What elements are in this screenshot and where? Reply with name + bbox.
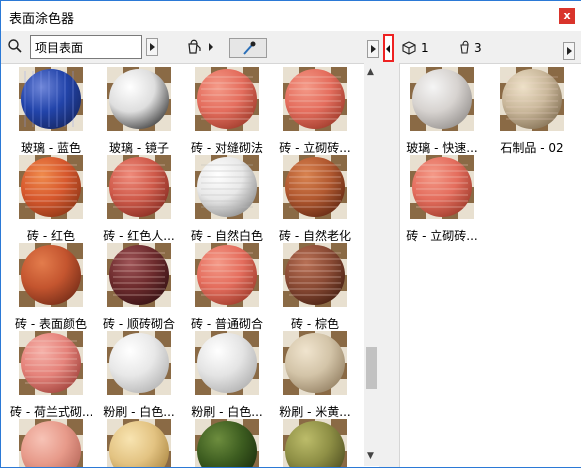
eyedropper-button[interactable] (229, 38, 267, 58)
material-label: 砖 - 表面颜色 (15, 317, 87, 331)
material-preview-icon (107, 331, 171, 395)
material-preview-icon (195, 155, 259, 219)
material-preview-icon (19, 243, 83, 307)
material-preview-icon (283, 67, 347, 131)
vertical-scrollbar[interactable]: ▲ ▼ (364, 63, 379, 466)
material-label: 粉刷 - 米黄... (279, 405, 351, 419)
material-preview-icon (283, 155, 347, 219)
window-title: 表面涂色器 (9, 12, 75, 27)
material-label: 玻璃 - 蓝色 (21, 141, 81, 155)
material-preview-icon (283, 331, 347, 395)
material-label: 砖 - 顺砖砌合 (103, 317, 175, 331)
material-label: 粉刷 - 白色... (103, 405, 175, 419)
material-label: 玻璃 - 镜子 (109, 141, 169, 155)
left-panel-scroll-right-button[interactable] (367, 40, 379, 58)
material-label: 砖 - 棕色 (291, 317, 339, 331)
material-label: 石制品 - 02 (500, 141, 564, 155)
material-preview-icon (410, 67, 474, 131)
material-label: 砖 - 红色人... (103, 229, 175, 243)
paint-count: 3 (474, 41, 482, 55)
project-materials-grid: 玻璃 - 快速... 石制品 - 02 砖 - 立砌砖... (399, 63, 581, 467)
material-preview-icon (107, 67, 171, 131)
material-label: 玻璃 - 快速... (406, 141, 478, 155)
eyedropper-icon (243, 41, 256, 55)
material-label: 粉刷 - 白色... (191, 405, 263, 419)
material-label: 砖 - 自然老化 (279, 229, 351, 243)
material-preview-icon (283, 419, 347, 467)
close-button[interactable]: x (559, 8, 575, 24)
collapse-panel-toggle[interactable] (383, 34, 394, 62)
scroll-thumb[interactable] (366, 347, 377, 389)
search-options-button[interactable] (146, 38, 158, 56)
material-preview-icon (500, 67, 564, 131)
object-count: 1 (421, 41, 429, 55)
material-preview-icon (195, 243, 259, 307)
paint-bucket-icon[interactable] (185, 37, 203, 55)
material-preview-icon (19, 155, 83, 219)
material-label: 砖 - 立砌砖... (279, 141, 351, 155)
material-label: 砖 - 荷兰式砌... (10, 405, 92, 419)
scroll-down-icon[interactable]: ▼ (367, 451, 376, 461)
right-panel-scroll-right-button[interactable] (563, 42, 575, 60)
material-label: 砖 - 自然白色 (191, 229, 263, 243)
material-preview-icon (19, 419, 83, 467)
material-label: 砖 - 红色 (27, 229, 75, 243)
material-preview-icon (19, 331, 83, 395)
search-icon (8, 39, 22, 53)
material-preview-icon (107, 155, 171, 219)
material-library-grid: 玻璃 - 蓝色 玻璃 - 镜子砖 - 对缝砌法砖 - 立砌砖... 砖 - 红色砖 … (1, 63, 379, 467)
material-preview-icon (283, 243, 347, 307)
scroll-up-icon[interactable]: ▲ (367, 67, 376, 77)
toolbar (1, 31, 581, 63)
material-preview-icon (107, 419, 171, 467)
title-bar: 表面涂色器 x (1, 1, 581, 31)
material-preview-icon (410, 155, 474, 219)
search-input[interactable] (30, 35, 142, 59)
material-preview-icon (195, 419, 259, 467)
material-preview-icon (19, 67, 83, 131)
material-label: 砖 - 普通砌合 (191, 317, 263, 331)
surface-painter-window: 表面涂色器 x 1 3 玻璃 - 蓝色玻璃 - 镜子砖 (0, 0, 581, 468)
material-label: 砖 - 对缝砌法 (191, 141, 263, 155)
paint-menu-arrow-icon[interactable] (209, 43, 213, 51)
material-preview-icon (195, 331, 259, 395)
material-preview-icon (107, 243, 171, 307)
material-label: 砖 - 立砌砖... (406, 229, 478, 243)
material-preview-icon (195, 67, 259, 131)
paint-bucket-small-icon (460, 40, 469, 54)
cube-icon (402, 41, 416, 55)
